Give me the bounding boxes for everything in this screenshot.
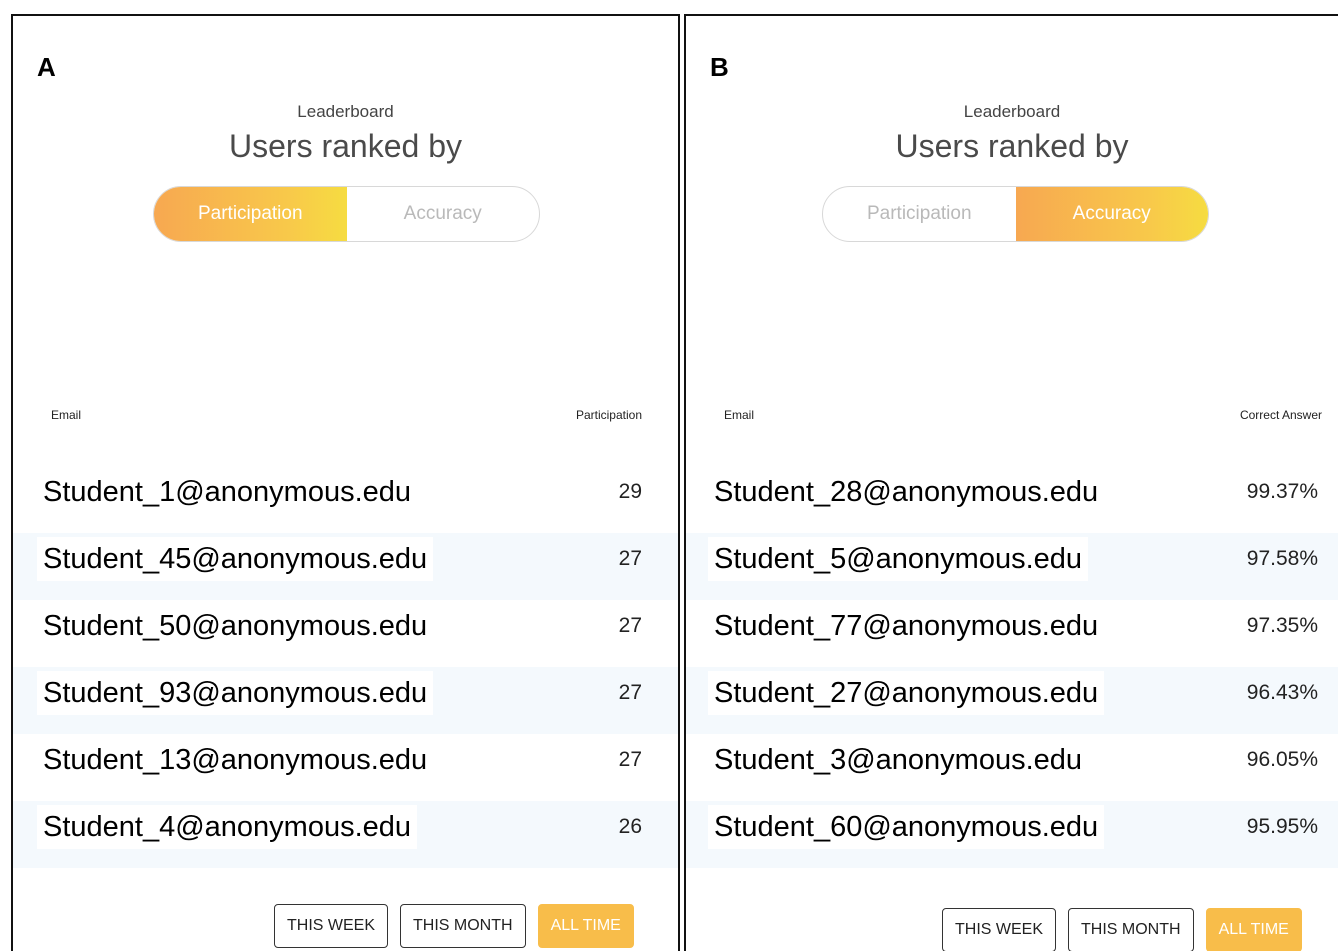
table-row[interactable]: Student_1@anonymous.edu 29	[13, 466, 678, 533]
table-row[interactable]: Student_27@anonymous.edu 96.43%	[686, 667, 1338, 734]
row-value: 29	[618, 480, 642, 503]
row-email: Student_3@anonymous.edu	[708, 738, 1089, 782]
leaderboard-list: Student_1@anonymous.edu 29 Student_45@an…	[13, 466, 678, 868]
row-value: 27	[618, 681, 642, 704]
table-row[interactable]: Student_28@anonymous.edu 99.37%	[686, 466, 1338, 533]
row-email: Student_5@anonymous.edu	[708, 537, 1089, 581]
toggle-participation[interactable]: Participation	[823, 187, 1016, 241]
column-header-value: Correct Answer	[1239, 408, 1322, 422]
row-value: 26	[618, 815, 642, 838]
row-email: Student_77@anonymous.edu	[708, 604, 1105, 648]
row-value: 96.05%	[1246, 748, 1318, 771]
time-range-selector: THIS WEEK THIS MONTH ALL TIME	[274, 904, 634, 948]
row-value: 27	[618, 748, 642, 771]
table-row[interactable]: Student_93@anonymous.edu 27	[13, 667, 678, 734]
row-email: Student_60@anonymous.edu	[708, 805, 1105, 849]
leaderboard-list: Student_28@anonymous.edu 99.37% Student_…	[686, 466, 1338, 868]
leaderboard-title: Users ranked by	[229, 128, 462, 164]
table-row[interactable]: Student_60@anonymous.edu 95.95%	[686, 801, 1338, 868]
leaderboard-panel-b: B Leaderboard Users ranked by Participat…	[684, 14, 1338, 951]
toggle-accuracy[interactable]: Accuracy	[347, 187, 540, 241]
leaderboard-caption: Leaderboard	[963, 102, 1061, 121]
row-email: Student_4@anonymous.edu	[37, 805, 418, 849]
leaderboard-caption: Leaderboard	[297, 102, 394, 121]
table-row[interactable]: Student_5@anonymous.edu 97.58%	[686, 533, 1338, 600]
row-value: 99.37%	[1246, 480, 1318, 503]
row-value: 27	[618, 547, 642, 570]
panel-label: A	[37, 52, 56, 82]
table-row[interactable]: Student_45@anonymous.edu 27	[13, 533, 678, 600]
table-row[interactable]: Student_50@anonymous.edu 27	[13, 600, 678, 667]
table-row[interactable]: Student_77@anonymous.edu 97.35%	[686, 600, 1338, 667]
all-time-button[interactable]: ALL TIME	[537, 904, 634, 948]
row-email: Student_93@anonymous.edu	[37, 671, 434, 715]
table-row[interactable]: Student_13@anonymous.edu 27	[13, 734, 678, 801]
time-range-selector: THIS WEEK THIS MONTH ALL TIME	[942, 908, 1302, 951]
row-value: 96.43%	[1246, 681, 1318, 704]
row-email: Student_13@anonymous.edu	[37, 738, 434, 782]
this-month-button[interactable]: THIS MONTH	[400, 904, 526, 948]
column-header-email: Email	[724, 408, 755, 422]
row-email: Student_50@anonymous.edu	[37, 604, 434, 648]
row-email: Student_45@anonymous.edu	[37, 537, 434, 581]
row-email: Student_27@anonymous.edu	[708, 671, 1105, 715]
row-value: 97.35%	[1246, 614, 1318, 637]
table-row[interactable]: Student_3@anonymous.edu 96.05%	[686, 734, 1338, 801]
this-week-button[interactable]: THIS WEEK	[274, 904, 389, 948]
toggle-accuracy[interactable]: Accuracy	[1015, 187, 1208, 241]
all-time-button[interactable]: ALL TIME	[1205, 908, 1302, 951]
row-email: Student_1@anonymous.edu	[37, 470, 418, 514]
table-row[interactable]: Student_4@anonymous.edu 26	[13, 801, 678, 868]
toggle-participation[interactable]: Participation	[154, 187, 347, 241]
column-header-email: Email	[51, 408, 82, 422]
ranking-toggle: Participation Accuracy	[153, 186, 540, 242]
row-email: Student_28@anonymous.edu	[708, 470, 1105, 514]
column-header-value: Participation	[575, 408, 642, 422]
ranking-toggle: Participation Accuracy	[822, 186, 1209, 242]
leaderboard-panel-a: A Leaderboard Users ranked by Participat…	[11, 14, 680, 951]
leaderboard-title: Users ranked by	[895, 128, 1129, 164]
row-value: 95.95%	[1246, 815, 1318, 838]
row-value: 97.58%	[1246, 547, 1318, 570]
this-month-button[interactable]: THIS MONTH	[1068, 908, 1194, 951]
row-value: 27	[618, 614, 642, 637]
this-week-button[interactable]: THIS WEEK	[942, 908, 1057, 951]
panel-label: B	[710, 52, 729, 82]
